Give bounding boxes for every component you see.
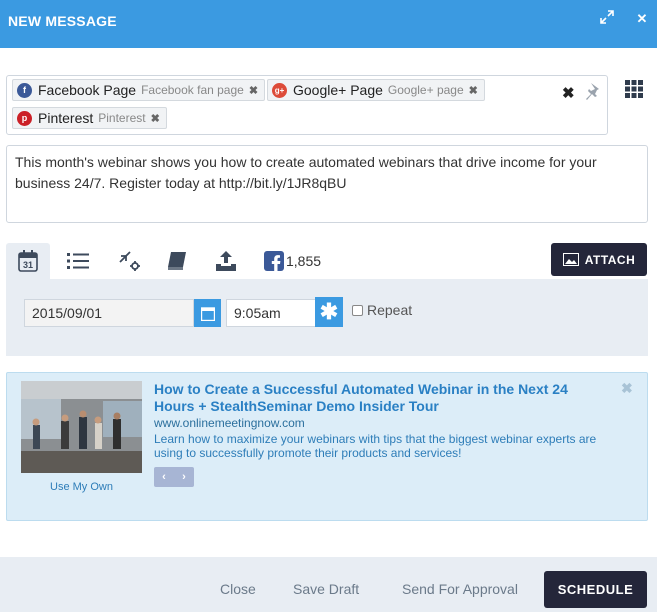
- title-bar: NEW MESSAGE ✕: [0, 0, 657, 48]
- window-title: NEW MESSAGE: [8, 13, 117, 29]
- expand-icon[interactable]: [598, 10, 616, 28]
- recipients-field[interactable]: f Facebook Page Facebook fan page ✖ g+ G…: [6, 75, 608, 135]
- facebook-icon: f: [17, 82, 32, 98]
- time-input[interactable]: [226, 299, 316, 327]
- send-for-approval-button[interactable]: Send For Approval: [402, 581, 518, 597]
- attach-button[interactable]: ATTACH: [551, 243, 647, 276]
- link-preview-card: Use My Own How to Create a Successful Au…: [6, 372, 648, 521]
- book-icon[interactable]: [156, 243, 200, 279]
- thumbnail-navigation: ‹ ›: [154, 467, 194, 487]
- calendar-icon: [200, 306, 215, 321]
- remove-preview-icon[interactable]: ✖: [621, 380, 633, 397]
- upload-icon[interactable]: [204, 243, 248, 279]
- schedule-button[interactable]: SCHEDULE: [544, 571, 647, 608]
- time-picker-button[interactable]: ✱: [315, 297, 343, 327]
- facebook-count: 1,855: [286, 253, 322, 269]
- recipient-type: Google+ page: [387, 83, 464, 97]
- remove-recipient-icon[interactable]: ✖: [249, 84, 258, 97]
- pinterest-icon: p: [17, 110, 32, 126]
- recipient-type: Pinterest: [98, 111, 146, 125]
- recipient-chip-google-plus[interactable]: g+ Google+ Page Google+ page ✖: [267, 79, 485, 101]
- message-toolbar: 31 1,855 ATTACH: [6, 243, 648, 279]
- tab-schedule[interactable]: 31: [6, 243, 50, 279]
- image-icon: [562, 253, 579, 266]
- message-textarea[interactable]: This month's webinar shows you how to cr…: [6, 145, 648, 223]
- calendar-icon: 31: [18, 250, 38, 272]
- recipient-name: Facebook Page: [38, 82, 137, 98]
- repeat-toggle[interactable]: Repeat: [352, 302, 412, 318]
- date-input[interactable]: [24, 299, 194, 327]
- schedule-panel: ✱ Repeat: [6, 279, 648, 356]
- preview-url: www.onlinemeetingnow.com: [154, 416, 305, 430]
- repeat-checkbox[interactable]: [352, 304, 363, 316]
- svg-text:31: 31: [23, 260, 33, 270]
- preview-thumbnail[interactable]: [21, 381, 142, 473]
- chevron-left-icon[interactable]: ‹: [162, 471, 166, 483]
- shorten-link-icon[interactable]: [108, 243, 152, 279]
- remove-recipient-icon[interactable]: ✖: [151, 112, 160, 125]
- recipient-name: Pinterest: [38, 110, 94, 126]
- date-picker-button[interactable]: [194, 299, 221, 327]
- grid-icon[interactable]: [625, 80, 643, 98]
- chevron-right-icon[interactable]: ›: [182, 471, 186, 483]
- recipient-name: Google+ Page: [293, 82, 383, 98]
- preview-title[interactable]: How to Create a Successful Automated Web…: [154, 381, 594, 415]
- list-icon[interactable]: [56, 243, 100, 279]
- use-my-own-link[interactable]: Use My Own: [21, 481, 142, 493]
- attach-label: ATTACH: [584, 252, 636, 267]
- footer-bar: Close Save Draft Send For Approval SCHED…: [0, 557, 657, 612]
- preview-description: Learn how to maximize your webinars with…: [154, 432, 597, 460]
- save-draft-button[interactable]: Save Draft: [293, 581, 359, 597]
- remove-recipient-icon[interactable]: ✖: [469, 84, 478, 97]
- recipient-chip-facebook[interactable]: f Facebook Page Facebook fan page ✖: [12, 79, 266, 101]
- close-icon[interactable]: ✕: [633, 10, 651, 28]
- clear-recipients-icon[interactable]: ✖: [562, 84, 575, 102]
- recipient-type: Facebook fan page: [141, 83, 244, 97]
- google-plus-icon: g+: [272, 82, 287, 98]
- asterisk-icon: ✱: [319, 299, 339, 324]
- repeat-label: Repeat: [367, 302, 413, 318]
- close-button[interactable]: Close: [220, 581, 256, 597]
- pin-icon[interactable]: [585, 82, 603, 107]
- recipient-chip-pinterest[interactable]: p Pinterest Pinterest ✖: [12, 107, 167, 129]
